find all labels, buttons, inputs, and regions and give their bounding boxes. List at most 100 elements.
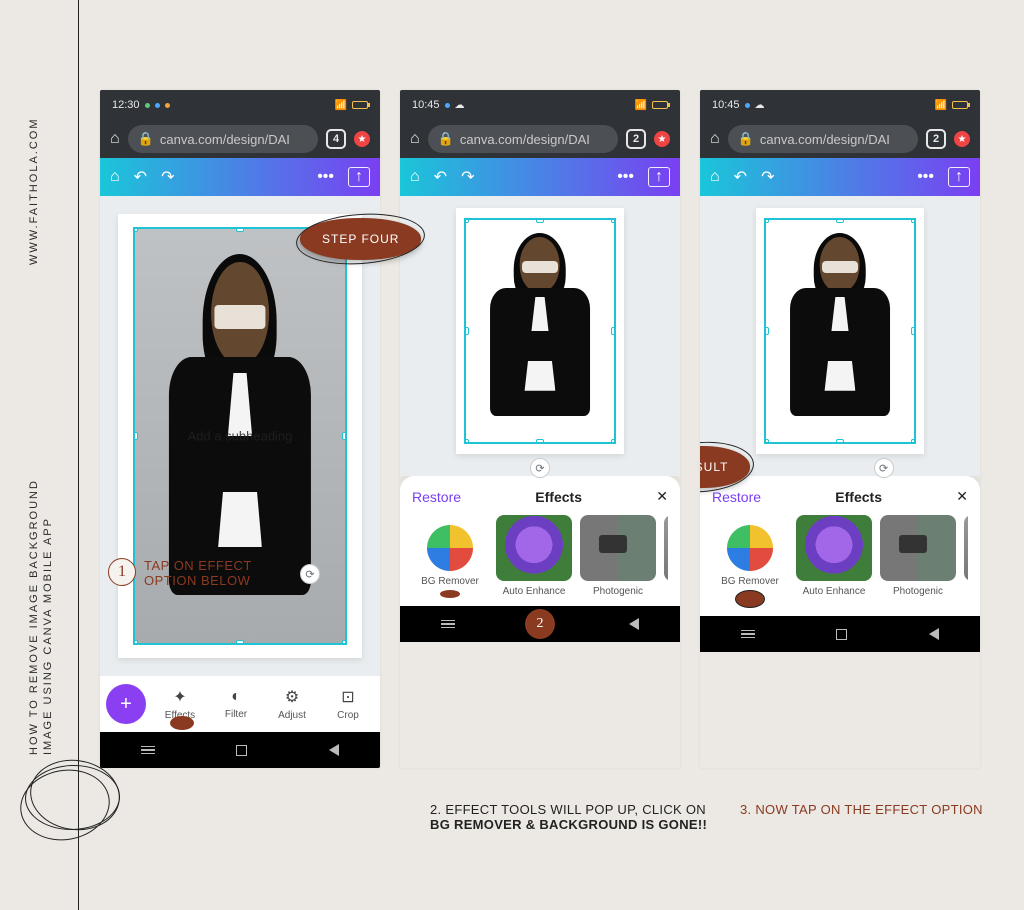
annotation-step1: 1 TAP ON EFFECT OPTION BELOW [108,558,252,588]
recents-icon[interactable] [741,630,755,639]
share-icon[interactable]: ↑ [948,167,970,187]
signal-icon: 📶 [335,100,347,111]
browser-menu-icon[interactable]: ★ [954,131,970,147]
canva-toolbar: ⌂ ↶ ↷ ••• ↑ [700,158,980,196]
clock: 12:30 [112,99,140,111]
adjust-tool[interactable]: ⚙ Adjust [266,687,318,721]
selected-image-nobg[interactable] [464,218,616,444]
share-icon[interactable]: ↑ [648,167,670,187]
notif-dot [445,103,450,108]
effect-auto-enhance[interactable]: Auto Enhance [796,515,872,608]
share-icon[interactable]: ↑ [348,167,370,187]
step1-number: 1 [108,558,136,586]
browser-chrome: ⌂ 🔒 canva.com/design/DAI 4 ★ [100,120,380,158]
notif-dot [745,103,750,108]
notif-dot [145,103,150,108]
auto-enhance-label: Auto Enhance [803,586,866,597]
more-icon[interactable]: ••• [917,168,934,186]
tab-count[interactable]: 2 [626,129,646,149]
more-icon[interactable]: ••• [317,168,334,186]
lock-icon: 🔒 [438,131,454,147]
browser-menu-icon[interactable]: ★ [354,131,370,147]
rotate-handle-icon[interactable]: ⟳ [530,458,550,478]
home-nav-icon[interactable] [236,745,247,756]
filter-tool[interactable]: ◐ Filter [210,688,262,720]
undo-icon[interactable]: ↶ [434,167,447,187]
canva-home-icon[interactable]: ⌂ [410,168,420,186]
redo-icon[interactable]: ↷ [761,167,774,187]
back-nav-icon[interactable] [629,618,639,630]
screenshot-step-four: 12:30 📶 ⌂ 🔒 canva.com/design/DAI 4 ★ ⌂ ↶ [100,90,380,768]
add-button[interactable]: + [106,684,146,724]
more-icon[interactable]: ••• [617,168,634,186]
effect-auto-enhance[interactable]: Auto Enhance [496,515,572,598]
home-icon[interactable]: ⌂ [710,130,720,148]
canva-canvas[interactable]: Add a subheading 1 TAP ON EFFECT OPTION … [100,196,380,676]
effect-bg-remover[interactable]: BG Remover [712,515,788,608]
bg-remover-icon [427,525,473,571]
undo-icon[interactable]: ↶ [134,167,147,187]
bgremover-highlight [440,590,460,598]
restore-button[interactable]: Restore [712,489,761,505]
browser-chrome: ⌂ 🔒 canva.com/design/DAI 2 ★ [400,120,680,158]
back-nav-icon[interactable] [329,744,339,756]
cloud-icon: ☁ [755,100,765,111]
bg-remover-label: BG Remover [421,576,479,587]
canva-canvas[interactable]: ⟳ [400,196,680,476]
close-icon[interactable]: ✕ [956,488,968,505]
adjust-icon: ⚙ [285,687,299,707]
canva-home-icon[interactable]: ⌂ [110,168,120,186]
android-nav-bar: 2 [400,606,680,642]
tab-count[interactable]: 4 [326,129,346,149]
partial-effect-icon [664,515,668,581]
canva-home-icon[interactable]: ⌂ [710,168,720,186]
tutorial-title-line1: HOW TO REMOVE IMAGE BACKGROUND [28,479,40,755]
url-bar[interactable]: 🔒 canva.com/design/DAI [128,125,318,153]
effect-bg-remover[interactable]: BG Remover [412,515,488,598]
auto-enhance-label: Auto Enhance [503,586,566,597]
redo-icon[interactable]: ↷ [161,167,174,187]
adjust-label: Adjust [278,710,306,721]
url-bar[interactable]: 🔒 canva.com/design/DAI [728,125,918,153]
home-nav-icon[interactable] [836,629,847,640]
tab-count[interactable]: 2 [926,129,946,149]
url-text: canva.com/design/DAI [760,132,890,147]
effect-partial[interactable] [664,515,668,598]
close-icon[interactable]: ✕ [656,488,668,505]
badge-step-four: STEP FOUR [300,218,421,260]
effect-partial[interactable] [964,515,968,608]
undo-icon[interactable]: ↶ [734,167,747,187]
home-icon[interactable]: ⌂ [110,130,120,148]
tutorial-title-line2: IMAGE USING CANVA MOBILE APP [42,517,54,755]
effect-photogenic[interactable]: Photogenic [880,515,956,608]
recents-icon[interactable] [441,620,455,629]
redo-icon[interactable]: ↷ [461,167,474,187]
recents-icon[interactable] [141,746,155,755]
android-nav-bar [700,616,980,652]
step1-label-b: OPTION BELOW [144,573,252,588]
back-nav-icon[interactable] [929,628,939,640]
canva-canvas[interactable]: ⟳ [700,196,980,476]
effects-panel-title: Effects [835,489,882,505]
bgremover-highlight [735,590,765,608]
home-icon[interactable]: ⌂ [410,130,420,148]
website-url: WWW.FAITHOLA.COM [28,118,40,266]
url-bar[interactable]: 🔒 canva.com/design/DAI [428,125,618,153]
caption2-line1: 2. EFFECT TOOLS WILL POP UP, CLICK ON [430,802,706,817]
cloud-icon: ☁ [455,100,465,111]
screenshot-result: 10:45 ☁ 📶 ⌂ 🔒 canva.com/design/DAI 2 ★ ⌂… [700,90,980,768]
effect-photogenic[interactable]: Photogenic [580,515,656,598]
rotate-handle-icon[interactable]: ⟳ [300,564,320,584]
crop-tool[interactable]: ⊡ Crop [322,687,374,721]
battery-icon [352,101,368,109]
crop-icon: ⊡ [341,687,354,707]
browser-menu-icon[interactable]: ★ [654,131,670,147]
android-statusbar: 10:45 ☁ 📶 [700,90,980,120]
restore-button[interactable]: Restore [412,489,461,505]
rotate-handle-icon[interactable]: ⟳ [874,458,894,478]
caption2-line2: BG REMOVER & BACKGROUND IS GONE!! [430,817,707,832]
selected-image-nobg[interactable] [764,218,916,444]
screenshot-effects-panel: 10:45 ☁ 📶 ⌂ 🔒 canva.com/design/DAI 2 ★ ⌂… [400,90,680,768]
step2-number: 2 [525,609,555,639]
effects-panel: Restore Effects ✕ BG Remover Auto Enhanc… [700,476,980,616]
